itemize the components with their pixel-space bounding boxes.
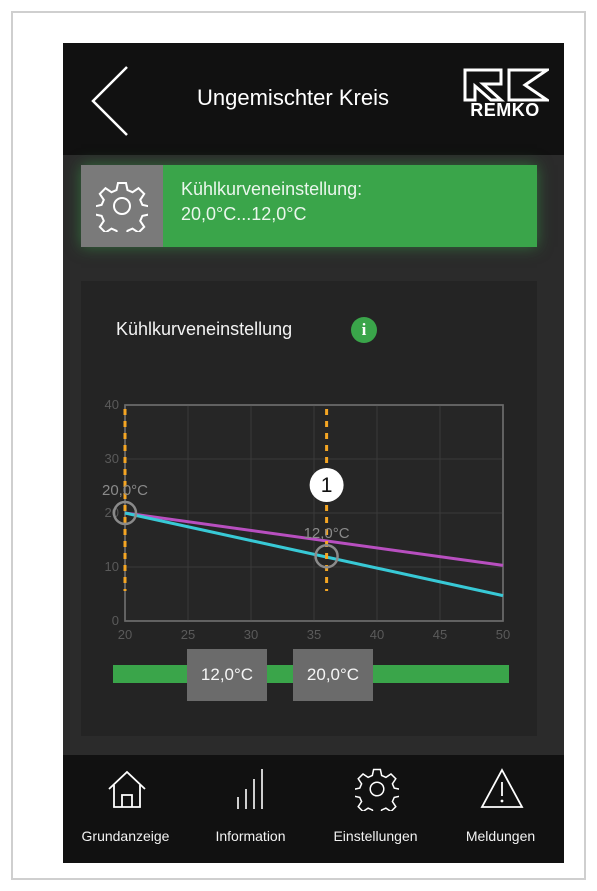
cooling-curve-panel: Kühlkurveneinstellung i 20 25 30 35 40 45 50 0 1… xyxy=(81,281,537,736)
warning-icon xyxy=(480,768,524,808)
callout-number: 1 xyxy=(321,474,333,497)
banner-value: 20,0°C...12,0°C xyxy=(181,204,307,224)
gear-icon xyxy=(96,182,148,232)
home-icon xyxy=(108,770,146,808)
banner-text: Kühlkurveneinstellung: 20,0°C...12,0°C xyxy=(181,177,362,227)
y-tick-label: 40 xyxy=(105,397,119,412)
back-button[interactable] xyxy=(81,61,141,141)
x-tick-label: 30 xyxy=(244,627,258,641)
app-screen: Ungemischter Kreis REMKO Kühlkurveneinst… xyxy=(63,43,564,863)
y-tick-label: 0 xyxy=(112,613,119,628)
bottom-navigation: Grundanzeige Information Einstellungen M… xyxy=(63,755,564,863)
slider-handle-high[interactable]: 20,0°C xyxy=(293,649,373,701)
curve-setting-banner[interactable]: Kühlkurveneinstellung: 20,0°C...12,0°C xyxy=(81,165,537,247)
remko-logo: REMKO xyxy=(461,68,552,128)
gear-icon xyxy=(355,768,399,811)
nav-label: Einstellungen xyxy=(333,828,418,844)
settings-icon-box xyxy=(81,165,163,247)
marker-label: 12,0°C xyxy=(304,525,350,542)
nav-item-grundanzeige[interactable]: Grundanzeige xyxy=(63,755,188,863)
logo-mark-icon xyxy=(463,68,552,102)
nav-item-meldungen[interactable]: Meldungen xyxy=(438,755,563,863)
nav-label: Information xyxy=(215,828,286,844)
nav-item-information[interactable]: Information xyxy=(188,755,313,863)
x-tick-label: 25 xyxy=(181,627,195,641)
x-tick-label: 50 xyxy=(496,627,510,641)
nav-label: Meldungen xyxy=(465,828,536,844)
header-bar: Ungemischter Kreis REMKO xyxy=(63,43,564,155)
marker-label: 20,0°C xyxy=(102,482,148,499)
x-tick-label: 20 xyxy=(118,627,132,641)
x-tick-label: 45 xyxy=(433,627,447,641)
x-tick-label: 35 xyxy=(307,627,321,641)
y-tick-label: 10 xyxy=(105,559,119,574)
nav-item-einstellungen[interactable]: Einstellungen xyxy=(313,755,438,863)
cooling-curve-chart: 20 25 30 35 40 45 5001020304020,0°C12,0°C1 xyxy=(102,397,510,641)
logo-text: REMKO xyxy=(470,100,540,120)
bars-icon xyxy=(237,769,263,809)
banner-title: Kühlkurveneinstellung: xyxy=(181,179,363,199)
chevron-left-icon xyxy=(91,66,128,136)
y-tick-label: 30 xyxy=(105,451,119,466)
x-tick-label: 40 xyxy=(370,627,384,641)
page-title: Ungemischter Kreis xyxy=(197,85,389,110)
slider-handle-low[interactable]: 12,0°C xyxy=(187,649,267,701)
